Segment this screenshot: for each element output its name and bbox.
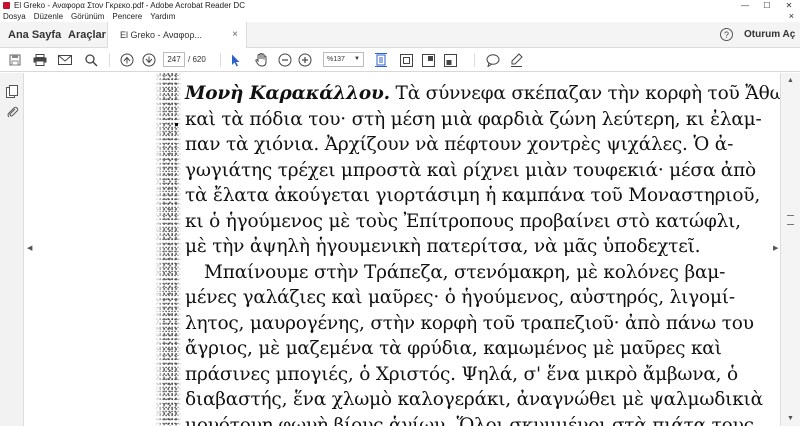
close-tab-icon[interactable]: × [232,22,238,48]
menu-file[interactable]: Dosya [0,11,30,22]
full-screen-icon[interactable] [420,51,436,69]
toolbar-divider [220,53,221,67]
text-line: Μπαίνουμε στὴν Τράπεζα, στενόμακρη, μὲ κ… [204,261,726,283]
page-count: / 620 [188,55,206,64]
zoom-in-icon[interactable] [297,51,313,69]
text-line: παν τὰ χιόνια. Ἀρχίζουν νὰ πέφτουν χοντρ… [185,134,734,155]
scroll-down-icon[interactable]: ▼ [787,415,794,422]
document-tab-label: El Greko - Αναφορ... [120,30,203,40]
text-line: Μονὴ Καρακάλλου. Τὰ σύννεφα σκέπαζαν τὴν… [185,83,780,104]
menu-view[interactable]: Görünüm [67,11,108,22]
help-icon[interactable]: ? [720,28,733,41]
search-icon[interactable] [82,51,100,69]
text-line: μὲ τὴν ἀψηλὴ ἡγουμενικὴ πατερίτσα, νὰ μᾶ… [185,236,701,257]
toolbar-divider [109,53,110,67]
fit-width-icon[interactable] [398,51,414,69]
expand-left-panel-icon[interactable]: ◀ [27,244,32,252]
page-number-input[interactable]: 247 [163,52,185,67]
email-icon[interactable] [56,51,74,69]
text-line: μένες γαλάζιες καὶ μαῦρες· ὁ ἡγούμενος, … [185,287,735,308]
text-line: ἄγριος, μὲ μαζεμένα τὰ φρύδια, καμωμένος… [185,338,722,359]
chevron-down-icon: ▼ [354,56,360,62]
tab-tools[interactable]: Araçlar [68,22,106,48]
toolbar-divider [474,53,475,67]
scan-speck [175,123,178,126]
acrobat-logo-icon [3,2,10,9]
hand-tool-icon[interactable] [253,51,269,69]
minimize-button[interactable]: — [734,0,756,11]
menu-help[interactable]: Yardım [146,11,179,22]
print-icon[interactable] [31,51,49,69]
expand-right-panel-icon[interactable]: ▶ [773,244,778,252]
maximize-button[interactable]: ☐ [756,0,778,11]
close-window-button[interactable]: ✕ [778,0,800,11]
toolbar: 247 / 620 %137 ▼ [0,48,800,72]
window-title: El Greko - Αναφορα Στον Γκρεκο.pdf - Ado… [14,1,245,10]
pages-panel-icon[interactable] [6,85,19,98]
page-text: Μονὴ Καρακάλλου. Τὰ σύννεφα σκέπαζαν τὴν… [185,81,780,426]
next-page-icon[interactable] [140,51,158,69]
zoom-level-select[interactable]: %137 ▼ [323,52,364,67]
tab-bar: Ana Sayfa Araçlar El Greko - Αναφορ... ×… [0,22,800,48]
select-cursor-icon[interactable] [229,51,243,69]
text-line: τὰ ἔλατα ἀκούγεται γιορτάσιμη ἡ καμπάνα … [185,185,761,206]
zoom-out-icon[interactable] [277,51,293,69]
text-line: κι ὁ ἡγούμενος μὲ τοὺς Ἐπίτροπους προβαί… [185,210,741,232]
text-line: μονότονη φωνὴ βίους ἁγίων. Ὅλοι σκυμμένο… [185,414,760,426]
sign-in-button[interactable]: Oturum Aç [744,22,795,48]
tab-document[interactable]: El Greko - Αναφορ... × [107,22,247,48]
save-icon[interactable] [7,51,23,69]
tab-home[interactable]: Ana Sayfa [8,22,61,48]
previous-page-icon[interactable] [118,51,136,69]
text-line: καὶ τὰ πόδια του· στὴ μέση μιὰ φαρδιὰ ζώ… [185,108,762,130]
text-line: πράσινες μπογιές, ὁ Χριστός. Ψηλά, σ' ἕν… [185,363,738,385]
window-controls: — ☐ ✕ [734,0,800,11]
scroll-up-icon[interactable]: ▲ [787,77,794,84]
text-line: λητος, μαυρογένης, στὴν κορφὴ τοῦ τραπεζ… [185,312,754,334]
comment-icon[interactable] [485,51,501,69]
close-document-icon[interactable]: × [789,11,794,22]
menu-bar: Dosya Düzenle Görünüm Pencere Yardım × [0,11,800,22]
scrollbar-thumb[interactable] [787,215,794,225]
attachments-icon[interactable] [6,105,19,118]
menu-window[interactable]: Pencere [108,11,146,22]
document-view[interactable]: Μονὴ Καρακάλλου. Τὰ σύννεφα σκέπαζαν τὴν… [35,73,780,426]
rotate-icon[interactable] [442,51,458,69]
vertical-scrollbar[interactable]: ▲ ▼ [780,73,800,426]
left-navigation-panel [0,73,24,426]
menu-edit[interactable]: Düzenle [30,11,67,22]
text-line: διαβαστής, ἕνα χλωμὸ καλογεράκι, ἀναγνώθ… [185,389,763,410]
title-bar: El Greko - Αναφορα Στον Γκρεκο.pdf - Ado… [0,0,800,11]
text-line: γωγιάτης τρέχει μπροστὰ καὶ ρίχνει μιὰν … [185,159,756,181]
fit-page-icon[interactable] [373,51,389,69]
zoom-level-value: %137 [327,56,345,63]
pen-icon[interactable] [508,51,524,69]
